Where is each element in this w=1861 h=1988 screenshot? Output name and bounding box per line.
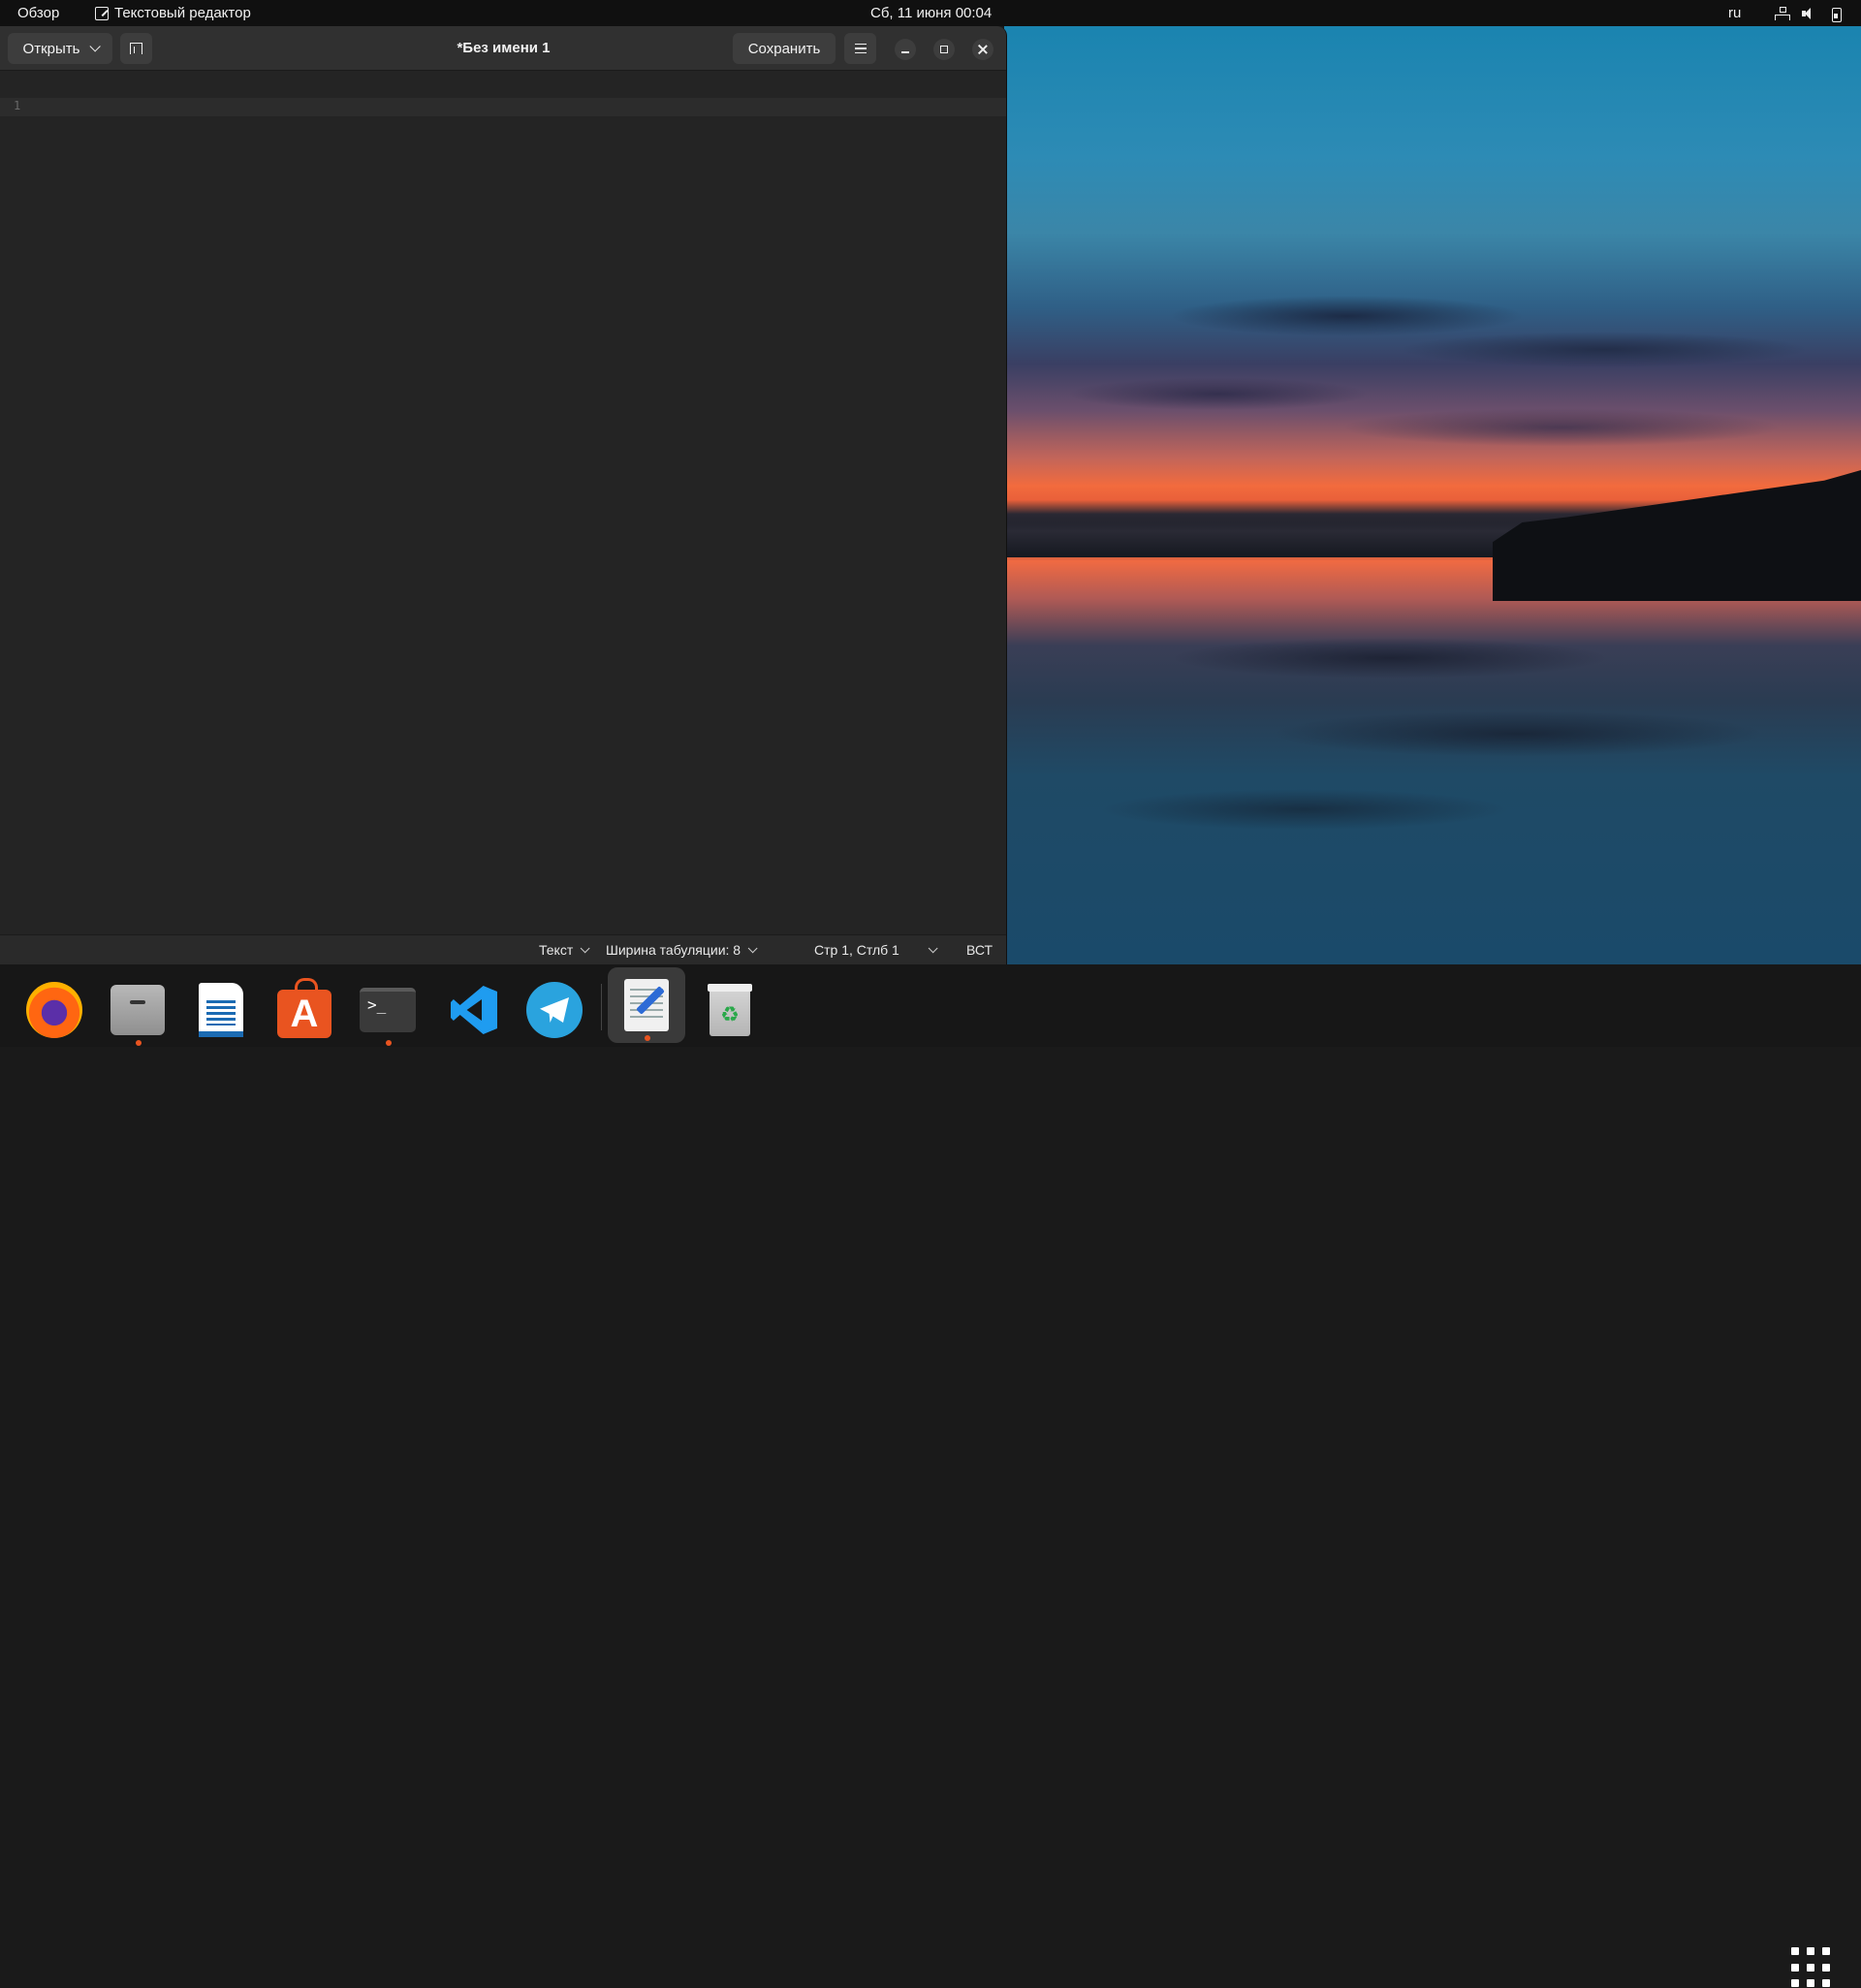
new-document-button[interactable] [120, 33, 152, 64]
running-indicator [645, 1035, 650, 1041]
dock-item-software-store[interactable]: A [266, 972, 343, 1048]
grid-dot [1807, 1979, 1814, 1988]
minimize-icon [901, 51, 909, 53]
hamburger-menu-icon [854, 44, 867, 53]
grid-dot [1807, 1947, 1814, 1955]
wallpaper-reflection [1004, 620, 1861, 872]
text-editor-icon [95, 6, 109, 20]
firefox-icon [26, 982, 82, 1038]
dock-item-trash[interactable]: ♻ [691, 972, 769, 1048]
terminal-icon: >_ [360, 988, 416, 1032]
dock: A >_ ♻ [0, 964, 1861, 1988]
new-tab-icon [130, 43, 142, 54]
running-indicator [136, 1040, 142, 1046]
top-bar: Обзор Текстовый редактор Сб, 11 июня 00:… [0, 0, 1861, 26]
telegram-icon [526, 982, 583, 1038]
network-icon [1774, 6, 1790, 21]
system-menu[interactable] [1774, 0, 1844, 26]
vscode-icon [443, 982, 499, 1038]
writer-icon [199, 983, 243, 1037]
insert-mode-indicator: ВСТ [966, 942, 994, 958]
battery-icon [1828, 6, 1844, 22]
dock-item-writer[interactable] [182, 972, 260, 1048]
minimize-button[interactable] [895, 39, 916, 60]
cursor-position[interactable]: Стр 1, Стлб 1 [814, 935, 899, 964]
chevron-down-icon [747, 943, 758, 954]
save-button[interactable]: Сохранить [733, 33, 836, 64]
wallpaper-clouds [1004, 271, 1861, 494]
text-editing-area[interactable]: 1 [0, 72, 1006, 962]
app-menu[interactable]: Текстовый редактор [95, 0, 251, 26]
dock-item-files[interactable] [99, 972, 176, 1048]
grid-dot [1822, 1979, 1830, 1988]
clock[interactable]: Сб, 11 июня 00:04 [870, 0, 992, 26]
files-icon [110, 979, 165, 1035]
maximize-icon [940, 46, 948, 53]
language-label: Текст [539, 942, 574, 958]
trash-icon: ♻ [708, 984, 752, 1036]
chevron-down-icon [89, 41, 102, 52]
dock-item-text-editor[interactable] [608, 967, 685, 1043]
language-selector[interactable]: Текст [539, 935, 590, 964]
activities-button[interactable]: Обзор [17, 0, 59, 26]
tab-width-selector[interactable]: Ширина табуляции: 8 [606, 935, 758, 964]
show-applications-button[interactable] [1791, 1947, 1832, 1988]
grid-dot [1791, 1947, 1799, 1955]
current-line-highlight [0, 98, 1006, 116]
status-bar: Текст Ширина табуляции: 8 Стр 1, Стлб 1 … [0, 934, 1006, 964]
open-button[interactable]: Открыть [8, 33, 112, 64]
dock-item-telegram[interactable] [516, 972, 593, 1048]
main-menu-button[interactable] [844, 33, 876, 64]
position-dropdown[interactable] [928, 935, 938, 964]
app-menu-label: Текстовый редактор [114, 5, 251, 21]
chevron-down-icon [580, 943, 590, 954]
open-button-label: Открыть [22, 40, 80, 57]
running-indicator [386, 1040, 392, 1046]
header-bar: Открыть *Без имени 1 Сохранить [0, 26, 1006, 71]
close-button[interactable] [972, 39, 994, 60]
grid-dot [1822, 1947, 1830, 1955]
dock-item-firefox[interactable] [16, 972, 93, 1048]
grid-dot [1791, 1963, 1799, 1972]
grid-dot [1822, 1963, 1830, 1972]
keyboard-layout-indicator[interactable]: ru [1728, 0, 1741, 26]
line-number: 1 [14, 99, 21, 112]
text-editor-window: Открыть *Без имени 1 Сохранить 1 Текст Ш… [0, 26, 1007, 964]
grid-dot [1791, 1979, 1799, 1988]
close-icon [978, 45, 988, 54]
dock-separator [601, 984, 602, 1030]
dock-item-vscode[interactable] [432, 972, 510, 1048]
grid-dot [1807, 1963, 1814, 1972]
maximize-button[interactable] [933, 39, 955, 60]
tab-width-label: Ширина табуляции: 8 [606, 942, 741, 958]
chevron-down-icon [928, 943, 938, 954]
text-editor-icon [624, 979, 669, 1031]
volume-icon [1801, 6, 1816, 21]
dock-item-terminal[interactable]: >_ [349, 972, 426, 1048]
software-store-icon: A [277, 978, 331, 1038]
